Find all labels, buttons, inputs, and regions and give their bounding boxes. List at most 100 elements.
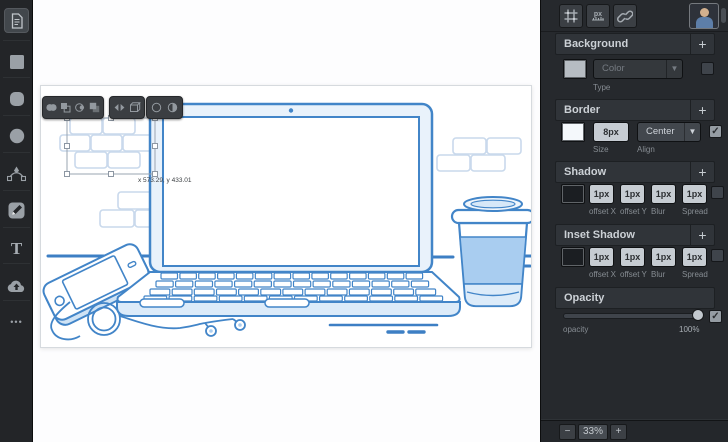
inset-shadow-color-swatch[interactable] (561, 247, 585, 267)
section-header-border: Border + (555, 99, 715, 121)
border-align-label: Align (637, 145, 655, 154)
shadow-offset-y-input[interactable]: 1px (620, 184, 645, 204)
divider (3, 77, 30, 78)
union-icon[interactable] (45, 101, 58, 114)
ellipsis-icon: ••• (10, 317, 22, 327)
link-button[interactable] (613, 4, 637, 28)
section-header-opacity: Opacity (555, 287, 715, 309)
opacity-slider[interactable] (563, 313, 703, 319)
divider (3, 263, 30, 264)
inset-shadow-offset-y-input[interactable]: 1px (620, 247, 645, 267)
divider (3, 40, 30, 41)
cube-icon[interactable] (128, 101, 141, 114)
opacity-slider-handle[interactable] (692, 309, 704, 321)
context-toolbar-boolean-group (42, 96, 104, 119)
opacity-value: 100% (679, 325, 699, 334)
shadow-offset-x-label: offset X (589, 207, 616, 216)
sidebar-tool-pen[interactable] (0, 155, 33, 192)
sidebar-tool-rectangle[interactable] (0, 43, 33, 80)
zoom-out-button[interactable]: − (559, 424, 576, 440)
divider (3, 190, 30, 191)
square-icon (9, 54, 25, 70)
inset-shadow-blur-input[interactable]: 1px (651, 247, 676, 267)
panel-scroll-handle[interactable] (721, 8, 726, 23)
opacity-enabled-checkbox[interactable]: ✓ (709, 310, 722, 323)
document-icon (10, 13, 24, 29)
laptop (117, 104, 460, 316)
artboard[interactable]: x 573.29, y 433.01 (40, 85, 532, 348)
section-header-shadow: Shadow + (555, 161, 715, 183)
background-type-label: Type (593, 83, 610, 92)
exclude-icon[interactable] (88, 101, 101, 114)
background-enabled-checkbox[interactable] (701, 62, 714, 75)
inset-shadow-blur-label: Blur (651, 270, 665, 279)
avatar-head (700, 8, 709, 17)
snap-grid-icon (563, 8, 579, 24)
sidebar-tool-page[interactable] (0, 2, 33, 39)
flip-horizontal-icon[interactable] (113, 101, 126, 114)
inset-shadow-enabled-checkbox[interactable] (711, 249, 724, 262)
add-border-button[interactable]: + (690, 100, 714, 120)
user-avatar[interactable] (689, 3, 719, 29)
shadow-blur-input[interactable]: 1px (651, 184, 676, 204)
inset-shadow-offset-x-input[interactable]: 1px (589, 247, 614, 267)
shadow-spread-label: Spread (682, 207, 708, 216)
zoom-in-button[interactable]: + (610, 424, 627, 440)
canvas-area[interactable]: x 573.29, y 433.01 (33, 0, 540, 442)
snap-grid-button[interactable] (559, 4, 583, 28)
shadow-lines (330, 325, 437, 332)
sidebar-tool-upload[interactable] (0, 267, 33, 304)
section-title: Inset Shadow (556, 229, 690, 241)
background-color-swatch[interactable] (563, 59, 587, 79)
panel-header: px (541, 0, 728, 32)
context-toolbar-mask-group (146, 96, 183, 119)
add-background-button[interactable]: + (690, 34, 714, 54)
coffee-cup (452, 197, 531, 306)
chevron-down-icon: ▼ (684, 123, 700, 141)
subtract-icon[interactable] (59, 101, 72, 114)
border-color-swatch[interactable] (561, 122, 585, 142)
border-align-value: Center (646, 126, 675, 137)
pencil-icon (8, 202, 25, 219)
inset-shadow-spread-input[interactable]: 1px (682, 247, 707, 267)
border-size-input[interactable]: 8px (593, 122, 629, 142)
cloud-upload-icon (7, 279, 26, 293)
section-title: Border (556, 104, 690, 116)
sidebar-tool-ellipse[interactable] (0, 117, 33, 154)
rounded-square-icon (9, 91, 25, 107)
inverted-mask-icon[interactable] (166, 101, 179, 114)
sidebar-tool-pencil[interactable] (0, 192, 33, 229)
zoom-level-value: 33% (578, 424, 608, 440)
background-type-dropdown[interactable]: Color ▼ (593, 59, 683, 79)
pixel-units-icon: px (590, 8, 606, 24)
opacity-label: opacity (563, 325, 588, 334)
zoom-bar: − 33% + (541, 420, 728, 442)
brick-pattern-right (437, 138, 521, 171)
sidebar-tool-more[interactable]: ••• (0, 303, 33, 340)
sidebar-tool-rounded-rectangle[interactable] (0, 80, 33, 117)
shadow-spread-input[interactable]: 1px (682, 184, 707, 204)
intersect-icon[interactable] (74, 101, 87, 114)
shadow-enabled-checkbox[interactable] (711, 186, 724, 199)
section-header-background: Background + (555, 33, 715, 55)
shadow-color-swatch[interactable] (561, 184, 585, 204)
border-enabled-checkbox[interactable]: ✓ (709, 125, 722, 138)
add-shadow-button[interactable]: + (690, 162, 714, 182)
shadow-offset-x-input[interactable]: 1px (589, 184, 614, 204)
brick-pattern-selected[interactable] (60, 118, 152, 168)
sidebar-tool-text[interactable]: T (0, 230, 33, 267)
add-inset-shadow-button[interactable]: + (690, 225, 714, 245)
border-align-dropdown[interactable]: Center ▼ (637, 122, 701, 142)
pen-path-icon (7, 165, 26, 182)
divider (3, 152, 30, 153)
pixel-units-button[interactable]: px (586, 4, 610, 28)
text-icon: T (11, 239, 22, 259)
selection-position-label: x 573.29, y 433.01 (138, 177, 192, 184)
circle-icon (9, 128, 25, 144)
mask-icon[interactable] (150, 101, 163, 114)
svg-text:px: px (594, 11, 602, 18)
app-window: T ••• (0, 0, 728, 442)
shadow-offset-y-label: offset Y (620, 207, 647, 216)
section-title: Background (556, 38, 690, 50)
chevron-down-icon: ▼ (666, 60, 682, 78)
